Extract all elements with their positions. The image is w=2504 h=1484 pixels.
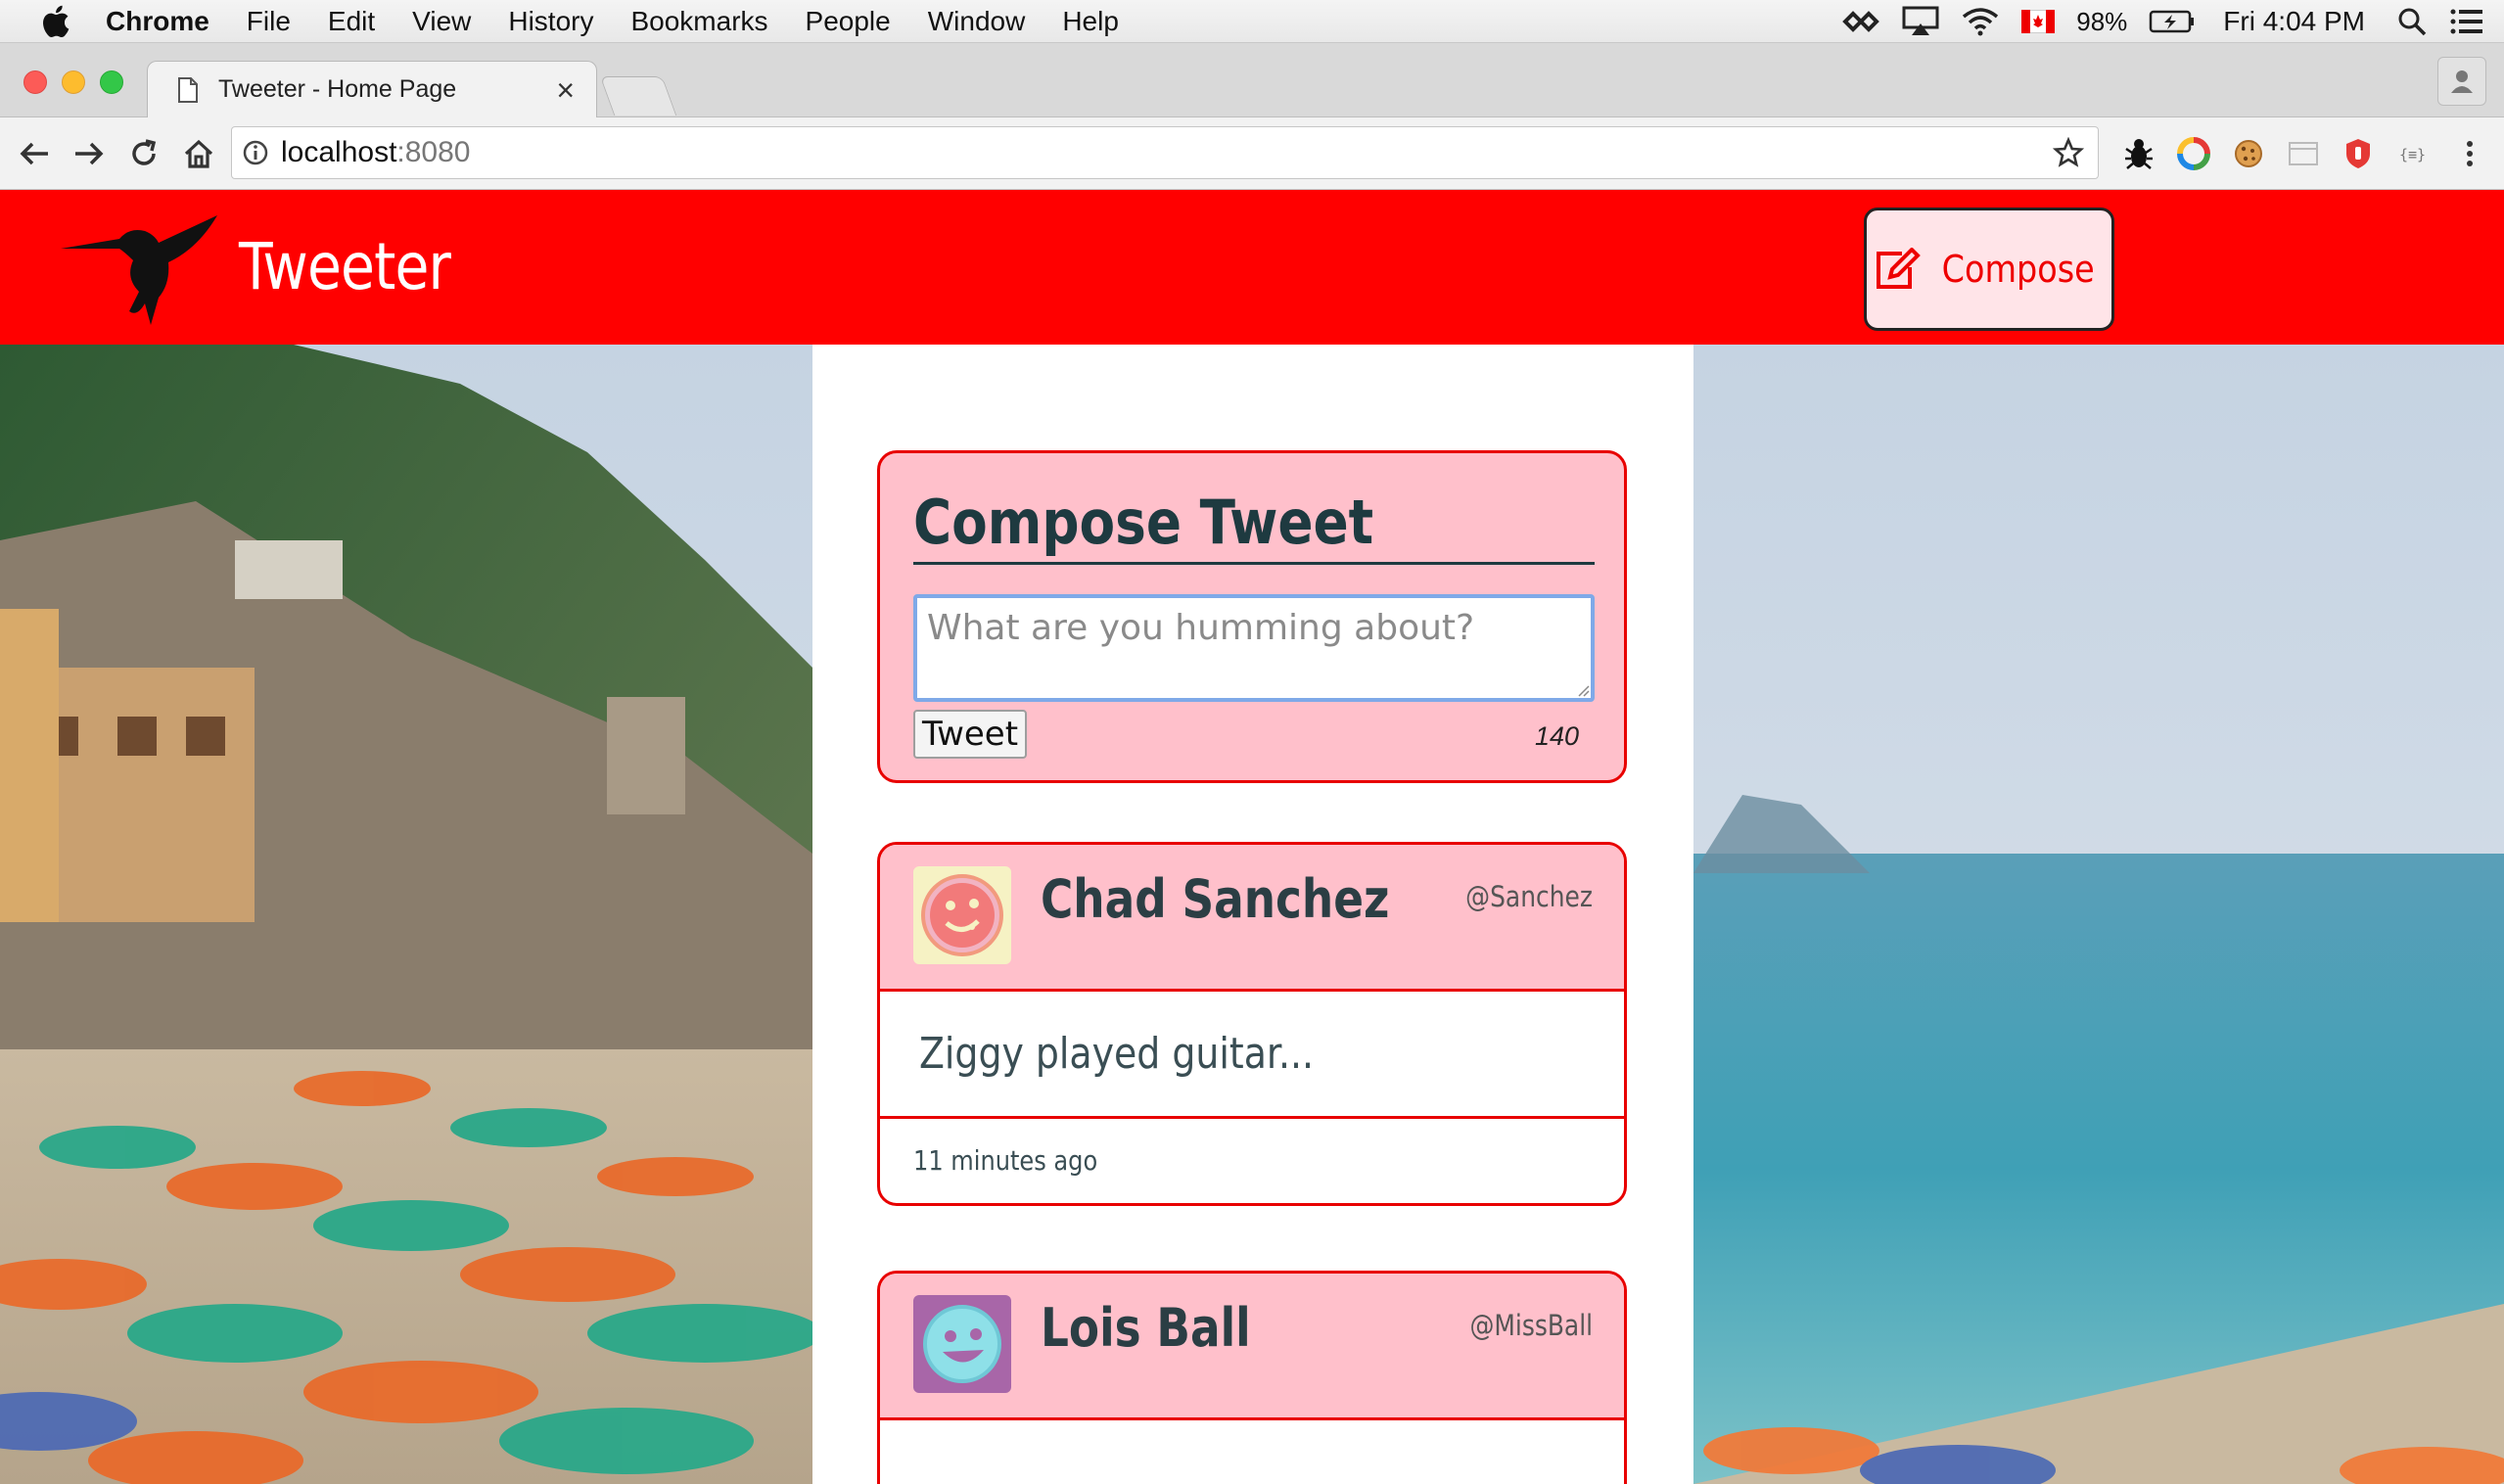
tweet-author-handle: @Sanchez xyxy=(1465,880,1593,913)
airplay-icon[interactable] xyxy=(1902,6,1939,37)
browser-toolbar: localhost:8080 {≡} xyxy=(0,117,2504,190)
site-info-icon[interactable] xyxy=(242,139,269,166)
tweet-card: Lois Ball @MissBall xyxy=(877,1271,1627,1484)
forward-button[interactable] xyxy=(69,133,110,174)
extension-cookie-icon[interactable] xyxy=(2230,135,2267,172)
tweet-author-name: Chad Sanchez xyxy=(1041,868,1390,930)
hummingbird-logo-icon[interactable] xyxy=(61,209,221,325)
tweet-header: Lois Ball @MissBall xyxy=(880,1274,1624,1420)
menu-bookmarks[interactable]: Bookmarks xyxy=(630,6,767,37)
extension-bug-icon[interactable] xyxy=(2120,135,2157,172)
reload-icon xyxy=(132,139,157,165)
window-zoom-button[interactable] xyxy=(100,70,123,94)
window-close-button[interactable] xyxy=(23,70,47,94)
arrow-right-icon xyxy=(75,142,104,165)
extension-json-icon[interactable]: {≡} xyxy=(2394,135,2432,172)
tweet-author-handle: @MissBall xyxy=(1469,1309,1593,1342)
tab-title: Tweeter - Home Page xyxy=(218,75,457,103)
chrome-menu-icon[interactable] xyxy=(2451,135,2488,172)
menu-view[interactable]: View xyxy=(412,6,471,37)
extension-window-icon[interactable] xyxy=(2285,135,2322,172)
tweet-text: Ziggy played guitar... xyxy=(919,1029,1315,1079)
page-icon xyxy=(178,76,198,103)
tweet-body: Ziggy played guitar... xyxy=(880,992,1624,1119)
tweet-author-name: Lois Ball xyxy=(1041,1297,1251,1359)
extension-loop-icon[interactable] xyxy=(2175,135,2212,172)
extension-adblock-icon[interactable] xyxy=(2340,135,2377,172)
smiley-face-avatar-icon[interactable] xyxy=(913,1295,1011,1393)
menu-app-chrome[interactable]: Chrome xyxy=(106,6,209,37)
spotlight-search-icon[interactable] xyxy=(2396,6,2428,37)
profile-button[interactable] xyxy=(2437,57,2486,106)
tweet-footer: 11 minutes ago xyxy=(880,1119,1624,1203)
web-page-viewport: Tweeter Compose Compose Tweet Tweet 140 xyxy=(0,190,2504,1484)
tweet-timestamp: 11 minutes ago xyxy=(913,1144,1098,1177)
bookmark-star-icon[interactable] xyxy=(2053,137,2084,168)
tweet-submit-button[interactable]: Tweet xyxy=(913,710,1027,759)
notification-center-icon[interactable] xyxy=(2449,8,2484,35)
tweet-body xyxy=(880,1420,1624,1484)
browser-tab-active[interactable]: Tweeter - Home Page × xyxy=(147,61,597,117)
compose-heading: Compose Tweet xyxy=(913,487,1595,565)
menu-help[interactable]: Help xyxy=(1062,6,1119,37)
tweet-textarea[interactable] xyxy=(913,594,1595,702)
arrow-left-icon xyxy=(20,142,48,165)
url-port: :8080 xyxy=(396,136,471,168)
site-header: Tweeter Compose xyxy=(0,190,2504,345)
new-tab-button[interactable] xyxy=(599,76,677,116)
person-icon xyxy=(2451,70,2473,93)
compose-button-label: Compose xyxy=(1941,248,2096,291)
edit-pencil-icon xyxy=(1877,248,1922,289)
compose-button[interactable]: Compose xyxy=(1864,208,2114,331)
menu-window[interactable]: Window xyxy=(928,6,1026,37)
pizza-face-avatar-icon[interactable] xyxy=(913,866,1011,964)
main-content-column: Compose Tweet Tweet 140 Chad San xyxy=(812,345,1693,1484)
battery-percent: 98% xyxy=(2076,6,2128,36)
browser-tab-strip: Tweeter - Home Page × xyxy=(0,43,2504,117)
canada-flag-icon[interactable] xyxy=(2021,10,2056,33)
menu-file[interactable]: File xyxy=(247,6,291,37)
link-chain-icon[interactable] xyxy=(1841,9,1880,34)
home-button[interactable] xyxy=(178,133,219,174)
menu-edit[interactable]: Edit xyxy=(328,6,375,37)
apple-icon[interactable] xyxy=(39,3,76,40)
menu-people[interactable]: People xyxy=(806,6,891,37)
reload-button[interactable] xyxy=(123,133,164,174)
menubar-clock[interactable]: Fri 4:04 PM xyxy=(2223,6,2365,37)
resize-grip-icon[interactable] xyxy=(1577,684,1591,698)
compose-tweet-form: Compose Tweet Tweet 140 xyxy=(877,450,1627,783)
tweet-card: Chad Sanchez @Sanchez Ziggy played guita… xyxy=(877,842,1627,1206)
home-icon xyxy=(184,139,213,168)
char-counter: 140 xyxy=(1534,721,1579,751)
site-brand[interactable]: Tweeter xyxy=(239,229,451,304)
tab-close-icon[interactable]: × xyxy=(556,74,575,106)
tweet-header: Chad Sanchez @Sanchez xyxy=(880,845,1624,992)
macos-menu-bar: Chrome File Edit View History Bookmarks … xyxy=(0,0,2504,43)
svg-text:{≡}: {≡} xyxy=(2399,146,2426,163)
wifi-icon[interactable] xyxy=(1961,7,2000,36)
battery-icon[interactable] xyxy=(2149,9,2196,34)
back-button[interactable] xyxy=(14,133,55,174)
window-minimize-button[interactable] xyxy=(62,70,85,94)
menu-history[interactable]: History xyxy=(508,6,593,37)
address-bar[interactable]: localhost:8080 xyxy=(231,126,2099,179)
url-host: localhost xyxy=(281,136,397,168)
